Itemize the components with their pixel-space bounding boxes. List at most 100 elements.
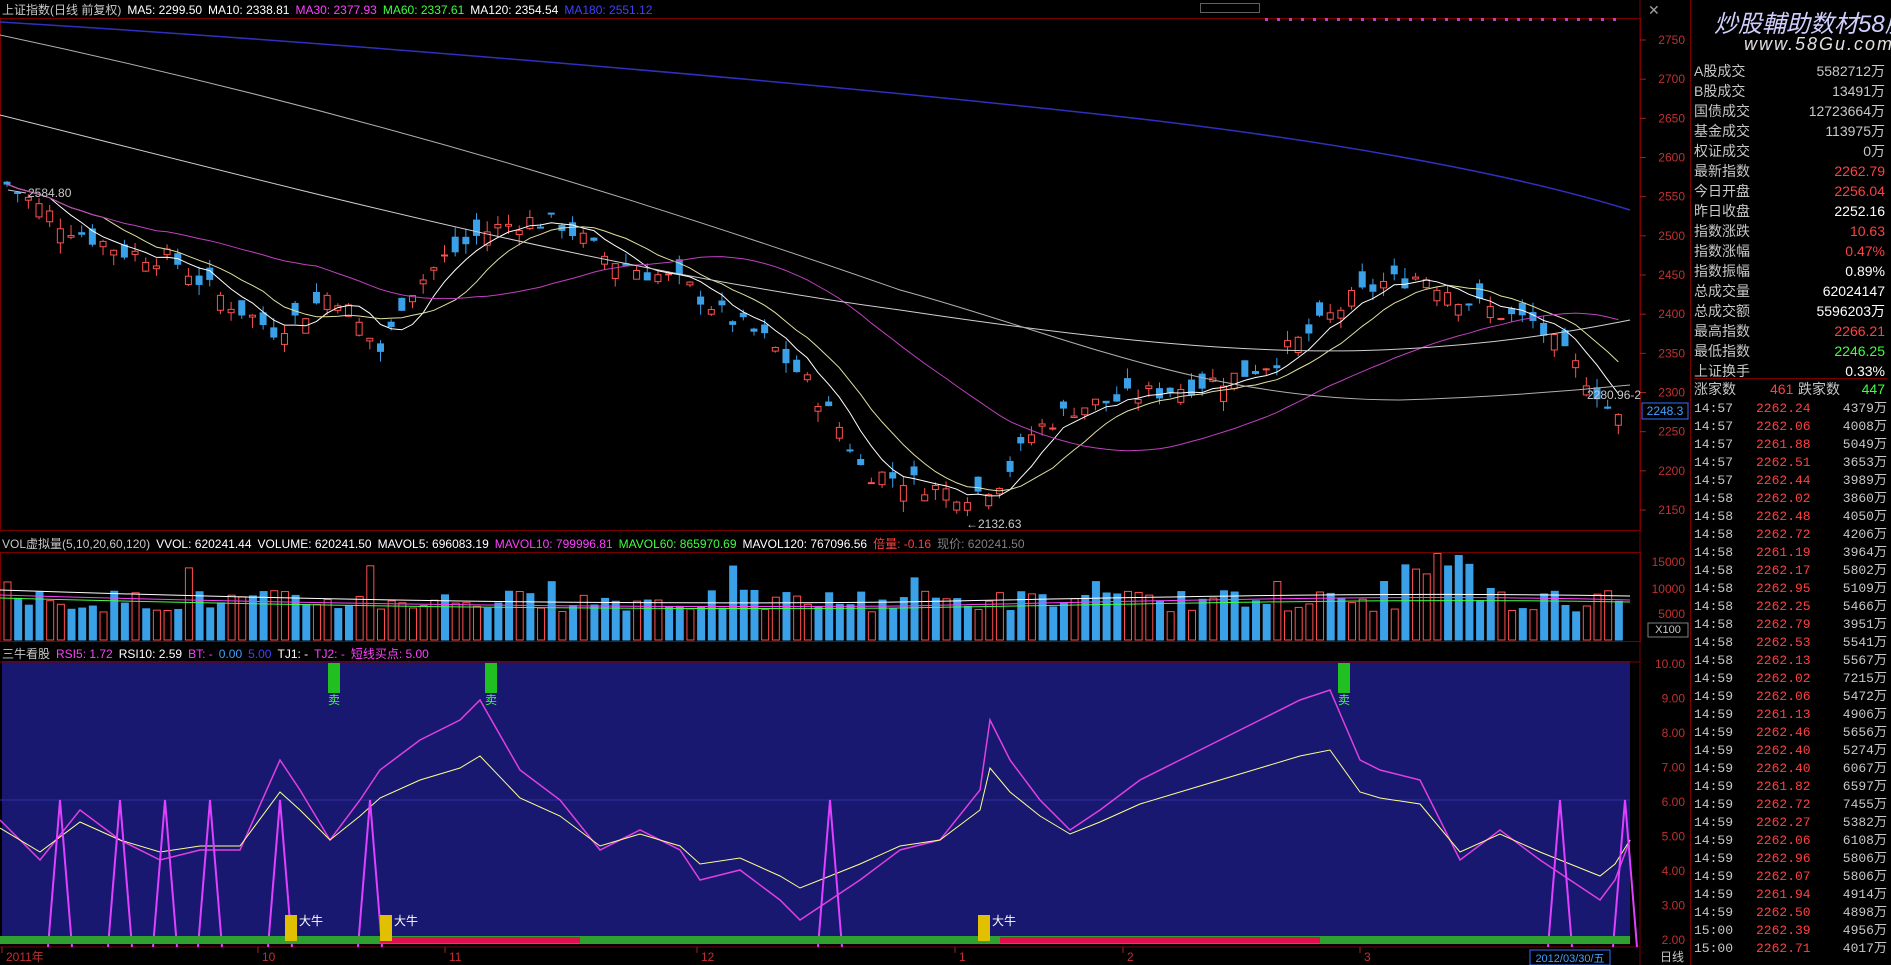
volume-bar [686,608,695,641]
volume-bar [473,605,482,641]
indicator-tick: 4.00 [1662,864,1686,878]
volume-bar [398,602,407,641]
candle-body [846,449,854,452]
volume-bar [590,604,599,641]
candle-body [387,321,395,328]
stat-value: 2246.25 [1834,343,1885,359]
candle-body [1123,378,1131,389]
candle-body [1284,340,1292,348]
volume-bar [195,591,204,641]
volume-bar [1091,581,1100,641]
candle-body [46,210,54,223]
volume-bar [1412,568,1421,641]
tick-price: 2262.02 [1756,671,1811,686]
stat-row: 最高指数 2266.21 [1694,322,1887,340]
volume-bar [1380,581,1389,641]
tick-row: 14:59 2262.02 7215万 [1694,671,1887,687]
volume-header-item-2: VOLUME: 620241.50 [257,537,372,551]
volume-bar [1294,606,1303,641]
candle-body [462,236,470,245]
candle-body [312,292,320,304]
volume-bar [1401,564,1410,641]
price-tick: 2450 [1658,268,1685,282]
candle-body [505,223,513,227]
close-icon[interactable]: ✕ [1648,2,1660,19]
candle-body [152,265,160,270]
sell-label: 卖 [485,693,497,707]
tick-volume: 7455万 [1842,797,1887,812]
volume-bar [814,606,823,641]
candle-body [537,226,545,229]
volume-bar [761,608,770,641]
tick-row: 14:57 2262.44 3989万 [1694,473,1887,489]
tick-volume: 3964万 [1842,545,1887,560]
stat-value: 10.63 [1849,223,1885,239]
candle-body [3,181,11,185]
tick-price: 2262.25 [1756,599,1811,614]
tick-time: 14:57 [1694,455,1734,470]
volume-bar [1305,603,1314,641]
price-tick: 2500 [1658,229,1685,243]
tick-time: 14:58 [1694,635,1734,650]
tick-price: 2262.02 [1756,491,1811,506]
stat-row: 指数振幅 0.89% [1694,262,1887,280]
candle-body [1497,317,1505,320]
indicator-header-item-6: TJ1: - [277,647,309,661]
tick-volume: 4206万 [1842,527,1887,542]
volume-bar [483,607,492,641]
tick-volume: 5472万 [1842,689,1887,704]
tick-volume: 3951万 [1842,617,1887,632]
stat-value: 5596203万 [1816,303,1885,319]
tick-row: 14:59 2262.06 5472万 [1694,689,1887,705]
candle-body [899,485,907,502]
indicator-tick: 10.00 [1655,657,1685,671]
candle-body [953,501,961,511]
candle-body [494,223,502,229]
sell-label: 卖 [1338,693,1350,707]
volume-header-item-3: MAVOL5: 696083.19 [377,537,489,551]
tick-time: 14:59 [1694,887,1734,902]
volume-bar [419,605,428,641]
tick-row: 14:57 2262.06 4008万 [1694,419,1887,435]
tick-time: 14:59 [1694,815,1734,830]
volume-bar [227,594,236,641]
volume-chart-header: VOL虚拟量(5,10,20,60,120) VVOL: 620241.44 VOL… [2,535,1031,552]
volume-bar [803,603,812,641]
volume-bar [675,605,684,641]
tick-time: 14:58 [1694,581,1734,596]
candle-body [195,275,203,285]
tick-price: 2262.71 [1756,941,1811,956]
tick-row: 15:00 2262.39 4956万 [1694,923,1887,939]
candle-body [1465,303,1473,306]
candle-body [1444,292,1452,306]
window-control-icon[interactable] [1200,3,1260,13]
candle-body [1412,276,1420,280]
volume-bar [1145,594,1154,641]
candle-body [35,203,43,218]
volume-bar [931,597,940,641]
candle-body [782,348,790,364]
tick-price: 2262.17 [1756,563,1811,578]
volume-bar [376,608,385,641]
stat-label: 指数涨幅 [1694,243,1750,259]
volume-bar [1582,605,1591,641]
volume-bar [1476,600,1485,641]
tick-row: 14:59 2261.82 6597万 [1694,779,1887,795]
volume-bar [665,606,674,641]
indicator-chart-header: 三牛看股 RSI5: 1.72 RSI10: 2.59 BT: - 0.00 5.00 TJ… [2,645,435,662]
stat-row: 权证成交 0万 [1694,142,1887,160]
volume-bar [99,611,108,641]
candle-body [1059,401,1067,409]
candle-body [131,250,139,255]
tick-volume: 5466万 [1842,599,1887,614]
volume-tick: 10000 [1652,582,1686,596]
candle-body [1454,303,1462,316]
tick-price: 2261.94 [1756,887,1811,902]
volume-bar [1155,600,1164,641]
stat-row: 指数涨跌 10.63 [1694,222,1887,240]
tick-time: 15:00 [1694,941,1734,956]
date-box-label: 2012/03/30/五 [1535,953,1604,965]
tick-row: 14:59 2262.06 6108万 [1694,833,1887,849]
volume-bar [1486,587,1495,641]
candle-body [1550,333,1558,351]
